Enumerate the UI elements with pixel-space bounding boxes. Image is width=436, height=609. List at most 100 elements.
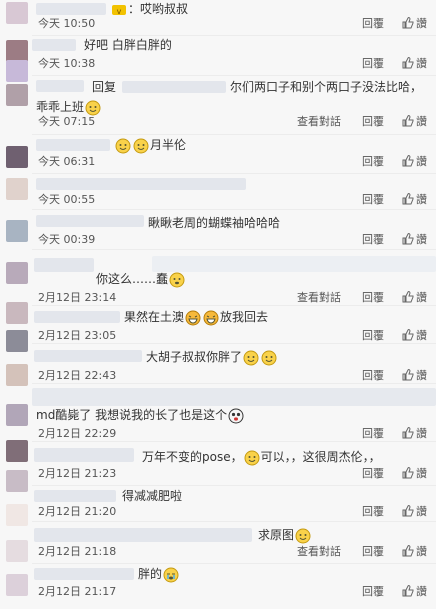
comment-text: 尔们两口子和别个两口子没法比哈， <box>230 80 423 94</box>
avatar[interactable] <box>6 404 28 426</box>
reply-button[interactable]: 回覆 <box>362 544 384 560</box>
comment-text: 放我回去 <box>220 310 269 324</box>
like-button[interactable]: 讚 <box>416 232 427 248</box>
comment-meta: 2月12日 22:43 回覆 讚 <box>32 368 436 384</box>
like-button[interactable]: 讚 <box>416 192 427 208</box>
thumb-up-icon[interactable] <box>402 505 414 517</box>
comment: 得减减肥啦 2月12日 21:20 回覆 讚 <box>32 486 436 522</box>
username-blurred[interactable] <box>34 311 120 323</box>
avatar[interactable] <box>6 146 28 168</box>
thumb-up-icon[interactable] <box>402 585 414 597</box>
comment-body-cont: 尔们两口子和别个两口子没法比哈， <box>230 78 422 96</box>
like-button[interactable]: 讚 <box>416 328 427 344</box>
comment: 月半伦 今天 06:31 回覆 讚 <box>32 136 436 174</box>
like-button[interactable]: 讚 <box>416 290 427 306</box>
thumb-up-icon[interactable] <box>402 467 414 479</box>
like-button[interactable]: 讚 <box>416 466 427 482</box>
avatar[interactable] <box>6 330 28 352</box>
thumb-up-icon[interactable] <box>402 369 414 381</box>
reply-button[interactable]: 回覆 <box>362 426 384 442</box>
mention-blurred[interactable] <box>122 81 226 93</box>
username-blurred[interactable] <box>32 39 76 51</box>
avatar[interactable] <box>6 504 28 526</box>
comment-text: 万年不变的pose， <box>142 450 243 464</box>
thumb-up-icon[interactable] <box>402 115 414 127</box>
like-button[interactable]: 讚 <box>416 16 427 32</box>
comment-meta: 今天 10:38 回覆 讚 <box>32 56 436 72</box>
username-blurred[interactable] <box>36 139 110 151</box>
view-conversation-button[interactable]: 查看對話 <box>297 544 341 560</box>
username-blurred[interactable] <box>34 448 134 462</box>
avatar[interactable] <box>6 302 28 324</box>
comment-meta: 今天 06:31 回覆 讚 <box>32 154 436 170</box>
view-conversation-button[interactable]: 查看對話 <box>297 290 341 306</box>
comment-meta: 今天 07:15 查看對話 回覆 讚 <box>32 114 436 130</box>
like-button[interactable]: 讚 <box>416 584 427 600</box>
avatar[interactable] <box>6 262 28 284</box>
thumb-up-icon[interactable] <box>402 155 414 167</box>
reply-button[interactable]: 回覆 <box>362 466 384 482</box>
comment: 大胡子叔叔你胖了 2月12日 22:43 回覆 讚 <box>32 344 436 384</box>
reply-button[interactable]: 回覆 <box>362 328 384 344</box>
shocked-face-icon <box>228 408 244 424</box>
view-conversation-button[interactable]: 查看對話 <box>297 114 341 130</box>
reply-button[interactable]: 回覆 <box>362 232 384 248</box>
username-blurred[interactable] <box>36 215 144 227</box>
comment-time: 今天 00:39 <box>38 233 96 246</box>
username-blurred[interactable] <box>32 388 436 406</box>
thumb-up-icon[interactable] <box>402 427 414 439</box>
username-blurred[interactable] <box>36 80 84 92</box>
reply-button[interactable]: 回覆 <box>362 504 384 520</box>
thumb-up-icon[interactable] <box>402 193 414 205</box>
like-button[interactable]: 讚 <box>416 426 427 442</box>
avatar[interactable] <box>6 2 28 24</box>
like-button[interactable]: 讚 <box>416 114 427 130</box>
username-blurred[interactable] <box>34 528 252 542</box>
like-button[interactable]: 讚 <box>416 504 427 520</box>
avatar[interactable] <box>6 40 28 62</box>
comment-time: 2月12日 21:17 <box>38 585 117 598</box>
comment: 好吧 白胖白胖的 今天 10:38 回覆 讚 <box>32 36 436 76</box>
username-blurred[interactable] <box>34 258 94 272</box>
username-blurred[interactable] <box>34 568 134 580</box>
avatar[interactable] <box>6 220 28 242</box>
thumb-up-icon[interactable] <box>402 17 414 29</box>
like-button[interactable]: 讚 <box>416 544 427 560</box>
avatar[interactable] <box>6 84 28 106</box>
reply-button[interactable]: 回覆 <box>362 290 384 306</box>
comment: v ：哎哟叔叔 今天 10:50 回覆 讚 <box>32 0 436 36</box>
comment-meta: 2月12日 23:05 回覆 讚 <box>32 328 436 344</box>
reply-button[interactable]: 回覆 <box>362 114 384 130</box>
reply-button[interactable]: 回覆 <box>362 584 384 600</box>
crying-face-icon <box>163 567 179 583</box>
reply-button[interactable]: 回覆 <box>362 192 384 208</box>
reply-button[interactable]: 回覆 <box>362 56 384 72</box>
username-blurred[interactable] <box>34 490 116 502</box>
avatar[interactable] <box>6 440 28 462</box>
username-blurred[interactable] <box>36 178 246 190</box>
avatar[interactable] <box>6 540 28 562</box>
avatar[interactable] <box>6 60 28 82</box>
thumb-up-icon[interactable] <box>402 545 414 557</box>
thumb-up-icon[interactable] <box>402 329 414 341</box>
comment: 今天 00:55 回覆 讚 <box>32 174 436 210</box>
thumb-up-icon[interactable] <box>402 57 414 69</box>
username-blurred[interactable] <box>36 3 106 15</box>
reply-button[interactable]: 回覆 <box>362 16 384 32</box>
comment-time: 今天 00:55 <box>38 193 96 206</box>
avatar[interactable] <box>6 178 28 200</box>
reply-button[interactable]: 回覆 <box>362 154 384 170</box>
thumb-up-icon[interactable] <box>402 291 414 303</box>
comment-body: 果然在土澳 放我回去 <box>124 308 268 326</box>
reply-button[interactable]: 回覆 <box>362 368 384 384</box>
avatar[interactable] <box>6 574 28 596</box>
like-button[interactable]: 讚 <box>416 56 427 72</box>
comment-meta: 2月12日 22:29 回覆 讚 <box>32 426 436 442</box>
comment-time: 今天 10:50 <box>38 17 96 30</box>
like-button[interactable]: 讚 <box>416 154 427 170</box>
like-button[interactable]: 讚 <box>416 368 427 384</box>
thumb-up-icon[interactable] <box>402 233 414 245</box>
avatar[interactable] <box>6 364 28 386</box>
username-blurred[interactable] <box>34 350 142 362</box>
avatar[interactable] <box>6 470 28 492</box>
